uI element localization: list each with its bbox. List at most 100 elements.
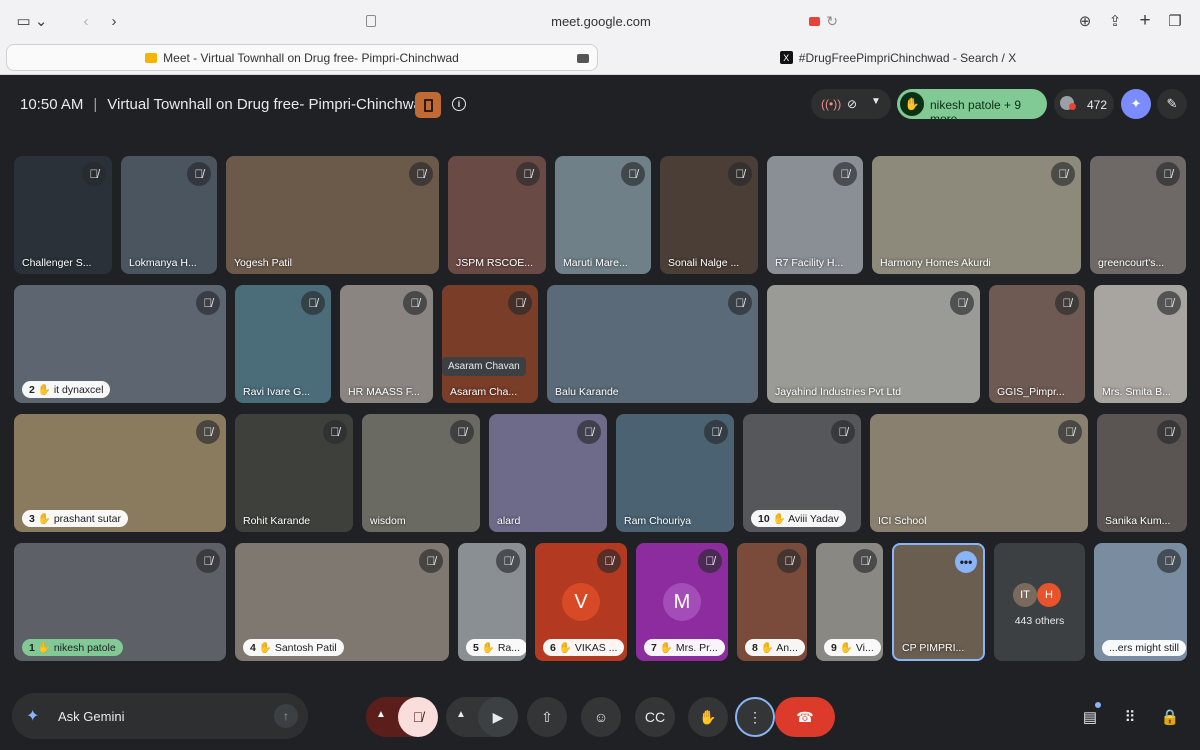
participant-tile[interactable]: 🎙̸ JSPM RSCOE... [448,156,546,274]
participant-tile[interactable]: 🎙̸ 4 ✋ Santosh Patil [235,543,449,661]
mic-off-icon: 🎙̸ [419,549,443,573]
tab-title: #DrugFreePimpriChinchwad - Search / X [798,50,1017,65]
ask-gemini-box[interactable]: ✦ Ask Gemini ↑ [12,693,308,739]
meeting-info-icon[interactable]: i [452,97,466,111]
x-favicon-icon: X [779,51,793,64]
share-icon[interactable]: ⇪ [1104,9,1126,33]
mic-off-icon[interactable]: 🎙̸ [398,697,438,737]
camera-control: ▲ ▶ [446,697,518,737]
emoji-reaction-icon[interactable]: ☺ [581,697,621,737]
chat-icon[interactable]: ▤ [1078,705,1102,729]
participant-tile[interactable]: 🎙̸ Sanika Kum... [1097,414,1187,532]
host-controls-lock-icon[interactable]: 🔒 [1158,705,1182,729]
raised-hands-pill[interactable]: ✋ nikesh patole + 9 more [897,89,1047,126]
call-end-icon[interactable]: ☎ [775,697,835,737]
back-icon[interactable]: ‹ [76,9,96,33]
hand-icon: ✋ [839,642,853,654]
participant-name: R7 Facility H... [775,257,844,269]
mic-off-icon: 🎙̸ [831,420,855,444]
gemini-icon[interactable]: ✦ [1121,89,1151,119]
participant-tile[interactable]: 🎙̸ Sonali Nalge ... [660,156,758,274]
participant-tile[interactable]: 🎙̸ Mrs. Smita B... [1094,285,1187,403]
tab-x-search[interactable]: X #DrugFreePimpriChinchwad - Search / X [602,44,1194,71]
participant-tile[interactable]: 🎙̸ 2 ✋ it dynaxcel [14,285,226,403]
participant-tile[interactable]: 🎙̸ 10 ✋ Aviii Yadav [743,414,861,532]
mic-off-icon: 🎙̸ [196,549,220,573]
mic-off-icon: 🎙̸ [621,162,645,186]
participant-tile[interactable]: 🎙̸ M 7 ✋ Mrs. Pr... [636,543,728,661]
raise-hand-icon[interactable]: ✋ [688,697,728,737]
participant-name: 4 ✋ Santosh Patil [243,639,344,656]
hand-icon: ✋ [659,642,673,654]
participant-tile[interactable]: 🎙̸ Ravi Ivare G... [235,285,331,403]
participant-tile[interactable]: 🎙̸ HR MAASS F... [340,285,433,403]
participant-tile[interactable]: 🎙̸ Lokmanya H... [121,156,217,274]
participant-tile[interactable]: 🎙̸ alard [489,414,607,532]
mic-off-icon: 🎙̸ [1058,420,1082,444]
others-tile[interactable]: IT H 443 others [994,543,1085,661]
more-options-icon[interactable]: ••• [955,551,977,573]
browser-chrome: ▭ ⌄ ‹ › meet.google.com ↻ ⊕ ⇪ + ❐ Meet -… [0,0,1200,75]
participant-tile[interactable]: 🎙̸ ICI School [870,414,1088,532]
participant-tile-active-speaker[interactable]: ••• CP PIMPRI... [892,543,985,661]
participant-tile[interactable]: 🎙̸ 8 ✋ An... [737,543,807,661]
download-icon[interactable]: ⊕ [1074,9,1096,33]
participant-tile[interactable]: 🎙̸ Jayahind Industries Pvt Ltd [767,285,980,403]
activities-grid-icon[interactable]: ⠿ [1118,705,1142,729]
raised-hand-order: 1 [29,642,35,654]
present-screen-icon[interactable]: ⇧ [527,697,567,737]
participant-name: Mrs. Smita B... [1102,386,1171,398]
mic-off-icon: 🎙̸ [1051,162,1075,186]
camera-options-chevron-icon[interactable]: ▲ [456,709,466,720]
mic-off-icon: 🎙̸ [728,162,752,186]
participant-tile[interactable]: 🎙̸ Harmony Homes Akurdi [872,156,1081,274]
participant-tile[interactable]: 🎙̸ Maruti Mare... [555,156,651,274]
more-vert-icon[interactable]: ⋮ [735,697,775,737]
participant-tile[interactable]: 🎙̸ V 6 ✋ VIKAS ... [535,543,627,661]
hand-icon: ✋ [258,642,272,654]
participant-tile[interactable]: 🎙̸ 1 ✋ nikesh patole [14,543,226,661]
mic-off-icon: 🎙̸ [508,291,532,315]
participant-tile[interactable]: 🎙̸ 5 ✋ Ra... [458,543,526,661]
participant-tile[interactable]: 🎙̸ Ram Chouriya [616,414,734,532]
send-arrow-icon[interactable]: ↑ [274,704,298,728]
participant-tile[interactable]: 🎙̸ Yogesh Patil [226,156,439,274]
meeting-header: 10:50 AM | Virtual Townhall on Drug free- … [0,85,1200,126]
participant-tile[interactable]: 🎙̸ Rohit Karande [235,414,353,532]
tab-meet[interactable]: Meet - Virtual Townhall on Drug free- Pi… [6,44,598,71]
participant-tile[interactable]: 🎙̸ Challenger S... [14,156,112,274]
participant-name: Lokmanya H... [129,257,197,269]
participant-name: wisdom [370,515,406,527]
participant-tile[interactable]: 🎙̸ Asaram Chavan Asaram Cha... [442,285,538,403]
recording-status-pill[interactable]: ((•)) ⊘ ▼ [811,89,891,119]
notes-pen-icon[interactable]: ✎ [1157,89,1187,119]
participant-tile[interactable]: 🎙̸ wisdom [362,414,480,532]
tab-overview-icon[interactable]: ❐ [1164,9,1186,33]
participant-tile[interactable]: 🎙̸ 3 ✋ prashant sutar [14,414,226,532]
participant-tile[interactable]: 🎙̸ 9 ✋ Vi... [816,543,883,661]
avatar: IT [1013,583,1037,607]
participant-tile[interactable]: 🎙̸ R7 Facility H... [767,156,863,274]
tab-title: Meet - Virtual Townhall on Drug free- Pi… [163,50,459,65]
site-settings-icon[interactable] [366,15,376,27]
hand-icon: ✋ [37,642,51,654]
mic-off-icon: 🎙̸ [496,549,520,573]
participant-name: CP PIMPRI... [902,642,965,654]
participant-tile[interactable]: 🎙̸ ...ers might still [1094,543,1187,661]
mic-off-icon: 🎙̸ [187,162,211,186]
participant-tile[interactable]: 🎙̸ Balu Karande [547,285,758,403]
video-camera-icon[interactable]: ▶ [478,697,518,737]
reload-icon[interactable]: ↻ [826,13,838,30]
forward-icon[interactable]: › [104,9,124,33]
sidebar-toggle-icon[interactable]: ▭ ⌄ [14,9,50,33]
captions-icon[interactable]: CC [635,697,675,737]
participants-pill[interactable]: 472 [1054,89,1114,119]
presenting-icon[interactable] [415,92,441,118]
mic-options-chevron-icon[interactable]: ▲ [376,709,386,720]
participant-tile[interactable]: 🎙̸ GGIS_Pimpr... [989,285,1085,403]
new-tab-icon[interactable]: + [1134,9,1156,33]
mic-off-icon: 🎙̸ [577,420,601,444]
address-bar[interactable]: meet.google.com ↻ [358,8,844,35]
participant-tile[interactable]: 🎙̸ greencourt's... [1090,156,1186,274]
camera-in-use-icon[interactable] [809,17,820,26]
